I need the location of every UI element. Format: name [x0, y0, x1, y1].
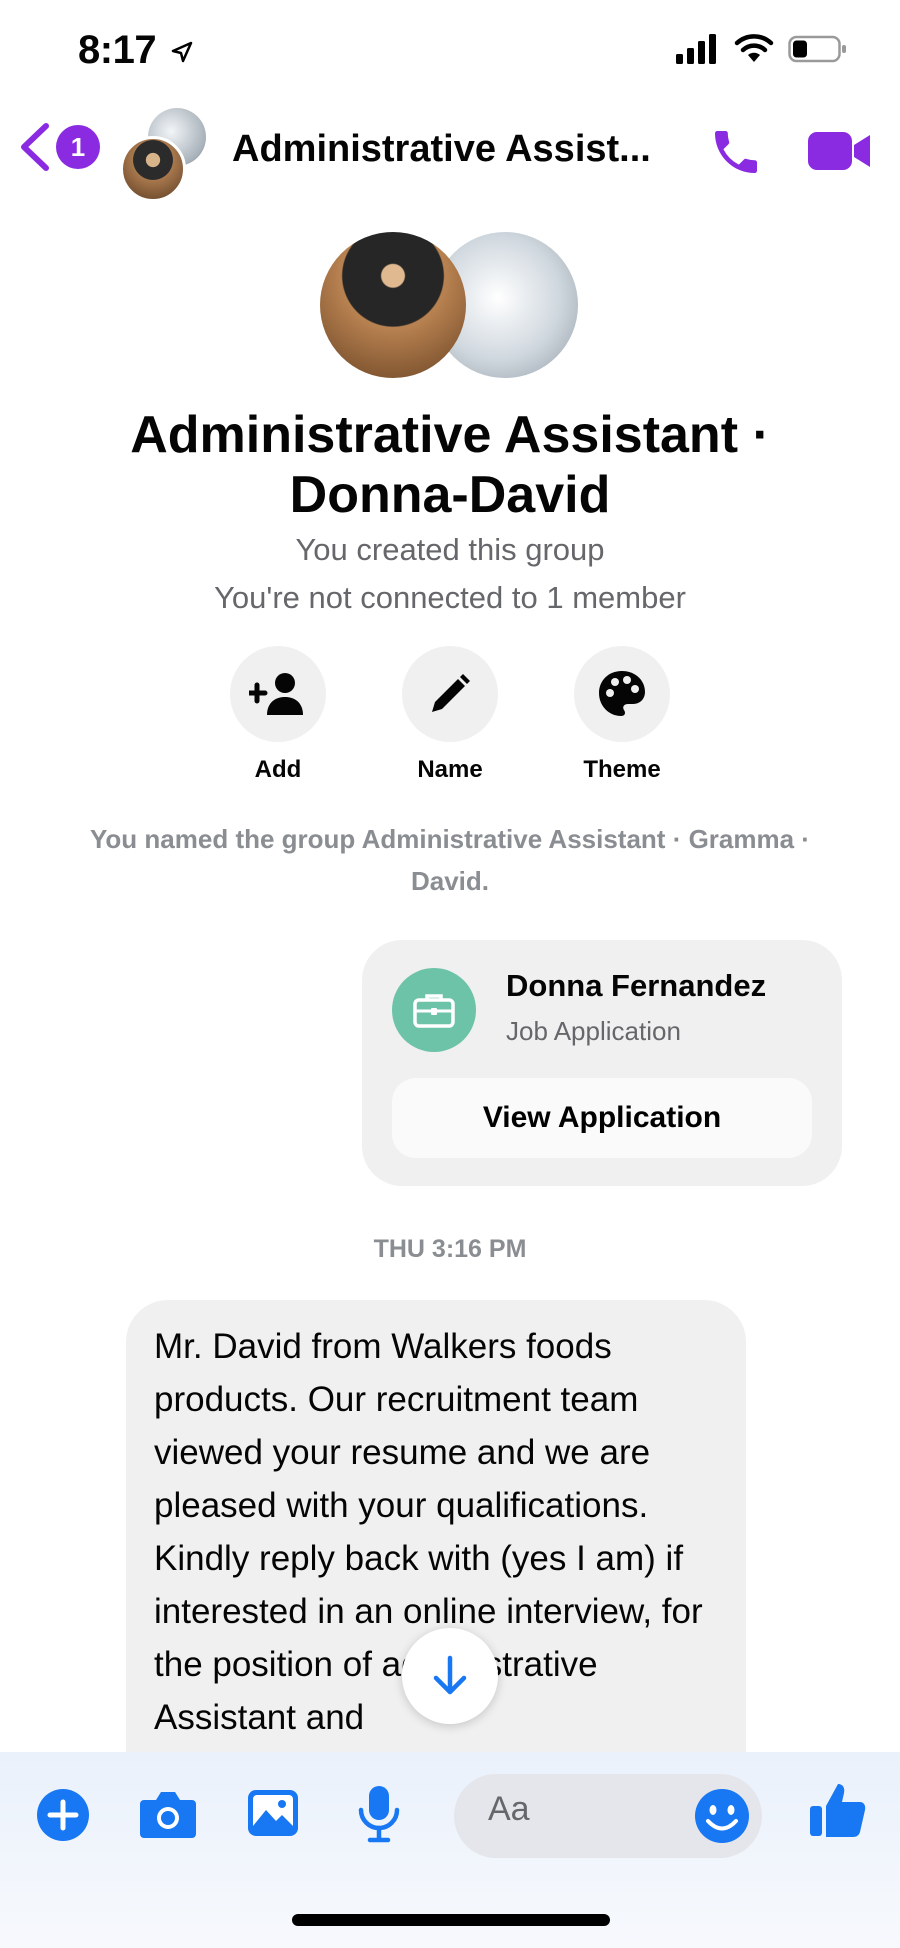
battery-icon: [788, 35, 846, 63]
microphone-icon[interactable]: [356, 1784, 402, 1844]
pencil-icon: [432, 674, 470, 712]
group-actions: Add Name Theme: [0, 646, 900, 784]
like-icon[interactable]: [808, 1780, 868, 1840]
arrow-down-icon: [433, 1655, 467, 1695]
group-avatar-primary: [320, 232, 466, 378]
theme-action[interactable]: Theme: [574, 646, 670, 784]
card-icon: [392, 968, 476, 1052]
conversation-title[interactable]: Administrative Assist...: [232, 128, 684, 171]
emoji-icon[interactable]: [694, 1788, 750, 1844]
wifi-icon: [734, 34, 774, 62]
message-timestamp: THU 3:16 PM: [373, 1235, 527, 1263]
back-button[interactable]: 1: [18, 122, 100, 172]
location-arrow-icon: [171, 41, 193, 63]
group-title-line1: Administrative Assistant ·: [130, 406, 770, 464]
add-action[interactable]: Add: [230, 646, 326, 784]
applicant-name: Donna Fernandez: [506, 968, 767, 1003]
created-text: You created this group: [295, 532, 605, 567]
chevron-left-icon: [21, 123, 49, 171]
status-icons: [676, 34, 848, 64]
scroll-to-bottom-button[interactable]: [402, 1628, 498, 1724]
view-application-button[interactable]: View Application: [392, 1078, 812, 1158]
plus-icon[interactable]: [36, 1788, 90, 1842]
add-person-icon: [249, 673, 303, 715]
camera-icon[interactable]: [138, 1788, 198, 1840]
group-title: Administrative Assistant · Donna-David: [0, 405, 900, 525]
header-avatar-primary[interactable]: [120, 136, 186, 202]
gallery-icon[interactable]: [246, 1788, 300, 1838]
theme-button[interactable]: [574, 646, 670, 742]
application-subtitle: Job Application: [506, 1016, 681, 1046]
home-indicator: [292, 1914, 610, 1926]
unread-badge: 1: [56, 125, 100, 169]
name-action[interactable]: Name: [402, 646, 498, 784]
cellular-signal-icon: [676, 34, 716, 64]
group-title-line2: Donna-David: [289, 466, 611, 524]
palette-icon: [599, 671, 645, 716]
video-camera-icon[interactable]: [806, 128, 872, 174]
name-label: Name: [417, 756, 483, 783]
system-message: You named the group Administrative Assis…: [90, 824, 810, 896]
name-button[interactable]: [402, 646, 498, 742]
phone-icon[interactable]: [708, 124, 764, 180]
connection-text: You're not connected to 1 member: [214, 580, 686, 615]
briefcase-icon: [413, 994, 455, 1028]
status-time: 8:17: [78, 28, 157, 72]
add-button[interactable]: [230, 646, 326, 742]
message-input-placeholder: Aa: [488, 1790, 530, 1828]
theme-label: Theme: [583, 756, 661, 783]
add-label: Add: [254, 756, 302, 783]
